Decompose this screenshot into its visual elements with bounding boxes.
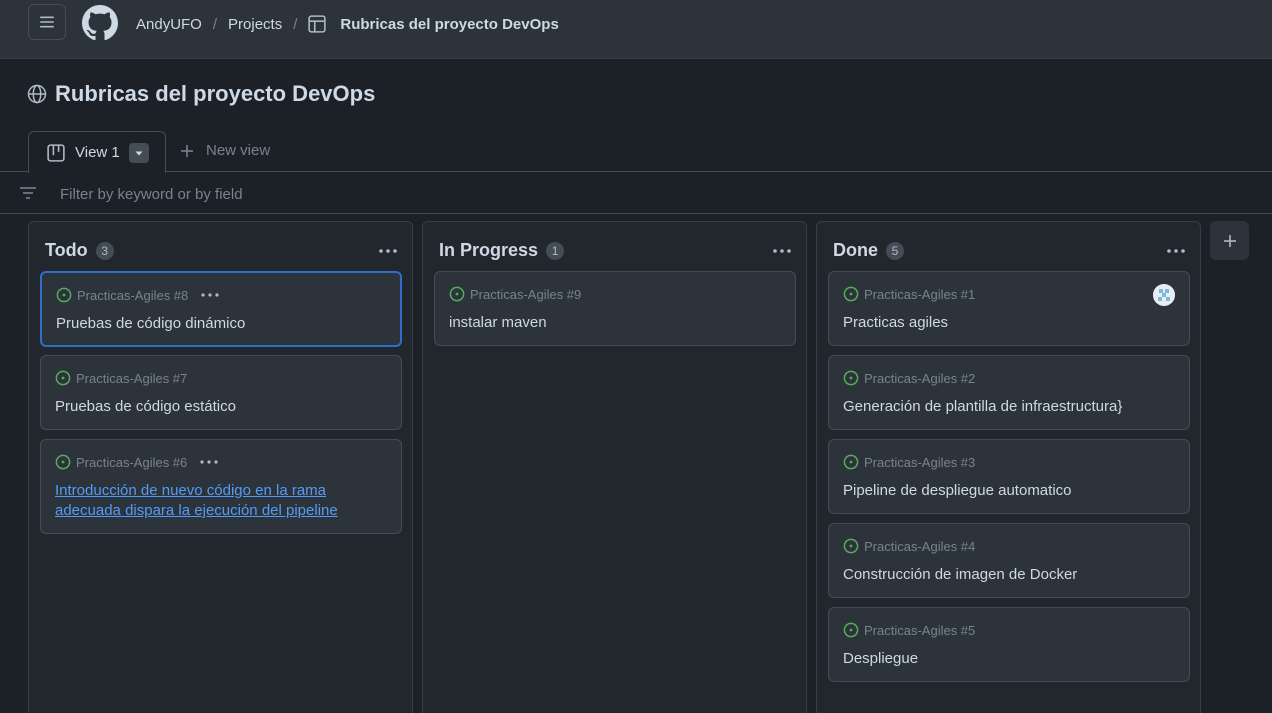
card-meta: Practicas-Agiles #8 [56, 287, 220, 303]
card-menu-icon[interactable] [199, 459, 219, 465]
card-issue-ref[interactable]: Practicas-Agiles #9 [470, 287, 581, 302]
new-view-button[interactable]: New view [180, 142, 270, 159]
column-menu-icon[interactable] [1166, 248, 1186, 254]
avatar-identicon-icon [1153, 284, 1175, 306]
card-issue-ref[interactable]: Practicas-Agiles #1 [864, 287, 975, 302]
hamburger-icon [40, 16, 54, 28]
github-logo-icon[interactable] [82, 5, 118, 41]
issue-opened-icon [56, 287, 72, 303]
card-issue-ref[interactable]: Practicas-Agiles #5 [864, 623, 975, 638]
issue-card[interactable]: Practicas-Agiles #3 Pipeline de desplieg… [828, 439, 1190, 514]
card-title[interactable]: Practicas agiles [843, 313, 1163, 333]
issue-opened-icon [843, 538, 859, 554]
card-title[interactable]: Pruebas de código dinámico [56, 314, 376, 334]
plus-icon [1223, 234, 1236, 247]
column-title: Todo [45, 240, 88, 260]
column-in-progress: In Progress 1 Practicas-Agiles #9 instal… [422, 221, 807, 713]
card-meta: Practicas-Agiles #5 [843, 622, 975, 638]
table-icon [308, 15, 327, 33]
card-title[interactable]: Despliegue [843, 649, 1163, 669]
issue-card[interactable]: Practicas-Agiles #5 Despliegue [828, 607, 1190, 682]
card-issue-ref[interactable]: Practicas-Agiles #3 [864, 455, 975, 470]
globe-icon [27, 84, 47, 104]
issue-card[interactable]: Practicas-Agiles #4 Construcción de imag… [828, 523, 1190, 598]
card-meta: Practicas-Agiles #2 [843, 370, 975, 386]
card-menu-icon[interactable] [200, 292, 220, 298]
column-header: Done 5 [833, 240, 904, 261]
plus-icon [181, 144, 193, 157]
top-header: AndyUFO / Projects / Rubricas del proyec… [0, 0, 1272, 59]
column-title: In Progress [439, 240, 539, 260]
issue-opened-icon [843, 622, 859, 638]
card-issue-ref[interactable]: Practicas-Agiles #6 [76, 455, 187, 470]
column-count-badge: 1 [546, 241, 565, 260]
issue-card[interactable]: Practicas-Agiles #7 Pruebas de código es… [40, 355, 402, 430]
view-options-button[interactable] [128, 142, 149, 163]
breadcrumb-separator: / [293, 15, 298, 33]
issue-opened-icon [55, 454, 71, 470]
card-issue-ref[interactable]: Practicas-Agiles #4 [864, 539, 975, 554]
issue-opened-icon [843, 286, 859, 302]
column-count-badge: 3 [95, 241, 114, 260]
card-title[interactable]: Construcción de imagen de Docker [843, 565, 1163, 585]
column-count-badge: 5 [886, 241, 904, 260]
column-todo: Todo 3 Practicas-Agiles #8 Pruebas de có… [28, 221, 413, 713]
card-title-link[interactable]: Introducción de nuevo código en la rama … [55, 481, 375, 521]
card-title[interactable]: Pruebas de código estático [55, 397, 375, 417]
issue-card[interactable]: Practicas-Agiles #9 instalar maven [434, 271, 796, 346]
issue-opened-icon [449, 286, 465, 302]
column-menu-icon[interactable] [772, 248, 792, 254]
column-menu-icon[interactable] [378, 248, 398, 254]
breadcrumb-projects-link[interactable]: Projects [228, 16, 282, 33]
card-meta: Practicas-Agiles #3 [843, 454, 975, 470]
card-issue-ref[interactable]: Practicas-Agiles #7 [76, 371, 187, 386]
breadcrumb-project-link[interactable]: Rubricas del proyecto DevOps [308, 15, 559, 33]
breadcrumb-owner-link[interactable]: AndyUFO [136, 16, 202, 33]
new-view-label: New view [206, 142, 271, 159]
issue-opened-icon [55, 370, 71, 386]
filter-icon[interactable] [19, 186, 37, 200]
board-icon [47, 143, 65, 162]
assignee-avatar[interactable] [1153, 284, 1175, 306]
card-issue-ref[interactable]: Practicas-Agiles #8 [77, 288, 188, 303]
tab-view-1[interactable]: View 1 [28, 131, 166, 173]
card-title[interactable]: Generación de plantilla de infraestructu… [843, 397, 1163, 417]
breadcrumb: AndyUFO / Projects / Rubricas del proyec… [136, 14, 559, 34]
issue-opened-icon [843, 370, 859, 386]
project-header: Rubricas del proyecto DevOps [27, 80, 375, 108]
card-issue-ref[interactable]: Practicas-Agiles #2 [864, 371, 975, 386]
view-tabs: View 1 New view [0, 131, 1272, 173]
triangle-down-icon [135, 151, 143, 155]
breadcrumb-separator: / [212, 15, 218, 33]
breadcrumb-project-label: Rubricas del proyecto DevOps [340, 15, 559, 33]
issue-opened-icon [843, 454, 859, 470]
card-meta: Practicas-Agiles #7 [55, 370, 187, 386]
issue-card[interactable]: Practicas-Agiles #1 Practicas agiles [828, 271, 1190, 346]
issue-card[interactable]: Practicas-Agiles #8 Pruebas de código di… [40, 271, 402, 347]
issue-card[interactable]: Practicas-Agiles #6 Introducción de nuev… [40, 439, 402, 534]
issue-card[interactable]: Practicas-Agiles #2 Generación de planti… [828, 355, 1190, 430]
card-meta: Practicas-Agiles #1 [843, 286, 975, 302]
column-header: In Progress 1 [439, 240, 565, 261]
hamburger-menu-button[interactable] [28, 4, 66, 40]
column-done: Done 5 Practicas-Agiles #1 Practicas agi… [816, 221, 1201, 713]
card-meta: Practicas-Agiles #9 [449, 286, 581, 302]
column-header: Todo 3 [45, 240, 114, 261]
card-meta: Practicas-Agiles #4 [843, 538, 975, 554]
column-title: Done [833, 240, 878, 260]
tab-label: View 1 [75, 144, 120, 161]
page-title: Rubricas del proyecto DevOps [55, 81, 376, 106]
filter-input[interactable] [60, 183, 660, 205]
filter-bar [0, 173, 1272, 214]
card-title[interactable]: Pipeline de despliegue automatico [843, 481, 1163, 501]
card-title[interactable]: instalar maven [449, 313, 769, 333]
add-column-button[interactable] [1210, 221, 1249, 260]
card-meta: Practicas-Agiles #6 [55, 454, 219, 470]
